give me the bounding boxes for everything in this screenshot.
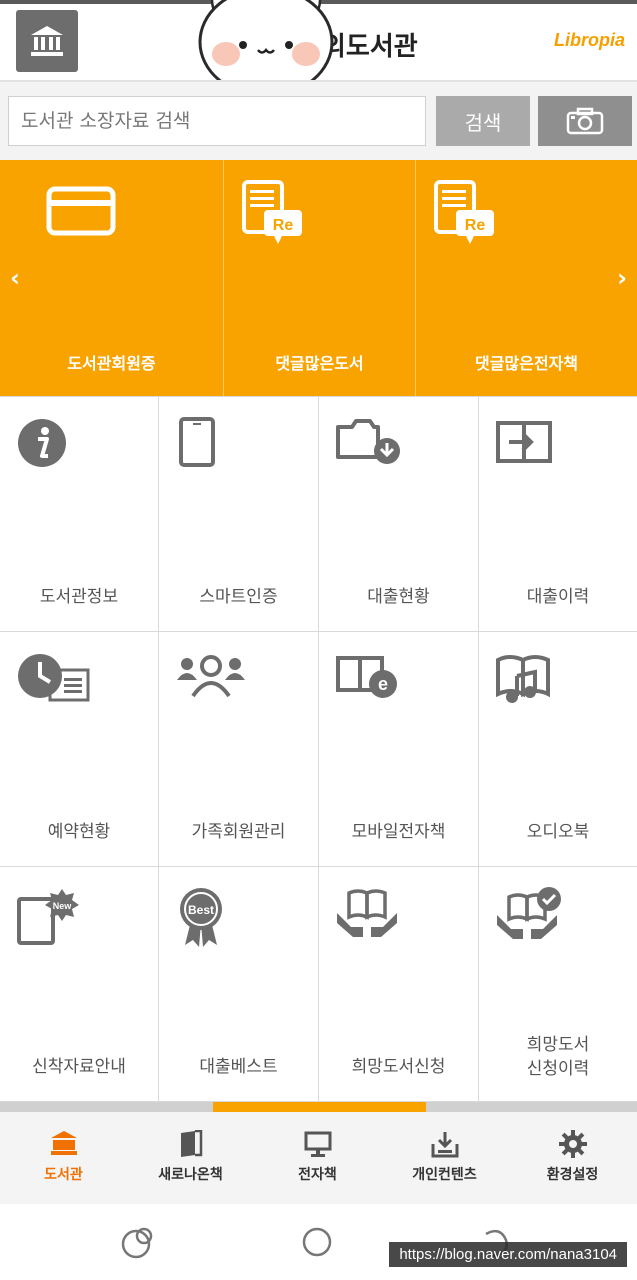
menu-item-label: 신착자료안내 <box>32 1057 126 1077</box>
home-circle-icon[interactable] <box>299 1224 335 1260</box>
search-button[interactable]: 검색 <box>436 96 530 146</box>
bottom-nav: 도서관 새로나온책 전자책 개인컨텐츠 환경설정 <box>0 1112 637 1204</box>
clock-list-icon <box>18 654 90 702</box>
download-tray-icon <box>431 1132 458 1158</box>
quick-banner: ‹ › 도서관회원증 Re 댓글많은도서 Re 댓글많은전자책 <box>0 160 637 396</box>
library-building-icon <box>31 26 63 56</box>
ebook-e-icon: e <box>336 656 397 698</box>
page-title: 의도서관 <box>322 32 418 62</box>
svg-text:New: New <box>53 901 73 911</box>
hands-book-icon <box>337 889 397 937</box>
nav-label: 전자책 <box>298 1167 337 1183</box>
menu-grid: 도서관정보 스마트인증 대출현황 대출이력 예약현황 가족회원관리 e 모바일전… <box>0 396 637 1103</box>
menu-item-label: 대출이력 <box>526 587 590 607</box>
member-card-icon <box>46 186 116 236</box>
menu-item-library-info[interactable]: 도서관정보 <box>0 397 159 632</box>
book-reply-icon: Re <box>242 180 302 244</box>
book-icon <box>180 1130 202 1157</box>
hands-book-check-icon <box>497 887 561 939</box>
nav-label: 새로나온책 <box>158 1167 223 1183</box>
banner-slide-ebook-reply[interactable]: Re 댓글많은전자책 <box>416 160 637 396</box>
banner-slide-member-card[interactable]: 도서관회원증 <box>0 160 223 396</box>
menu-item-new-arrivals[interactable]: New 신착자료안내 <box>0 867 159 1102</box>
url-watermark: https://blog.naver.com/nana3104 <box>389 1242 627 1267</box>
nav-new-books[interactable]: 새로나온책 <box>127 1112 254 1204</box>
svg-text:Re: Re <box>273 217 294 234</box>
monitor-icon <box>304 1131 331 1157</box>
search-bar: 검색 <box>0 80 637 162</box>
recent-apps-icon[interactable] <box>120 1224 156 1260</box>
gear-icon <box>558 1130 587 1158</box>
menu-item-wish-book[interactable]: 희망도서신청 <box>319 867 479 1102</box>
nav-label: 개인컨텐츠 <box>412 1167 477 1183</box>
menu-item-family-members[interactable]: 가족회원관리 <box>159 632 319 867</box>
menu-item-smart-auth[interactable]: 스마트인증 <box>159 397 319 632</box>
banner-slide-label: 댓글많은전자책 <box>474 354 579 373</box>
nav-label: 도서관 <box>44 1167 83 1183</box>
svg-text:Best: Best <box>188 903 214 917</box>
camera-icon <box>566 107 604 135</box>
menu-item-label: 모바일전자책 <box>351 822 446 842</box>
library-icon <box>50 1131 77 1155</box>
search-input[interactable] <box>8 96 426 146</box>
best-badge-icon: Best <box>180 888 222 947</box>
info-icon <box>18 419 66 467</box>
family-icon <box>177 655 245 698</box>
page-indicator-fill <box>213 1102 426 1112</box>
smartphone-icon <box>179 417 215 467</box>
menu-item-label: 희망도서 신청이력 <box>526 1035 590 1079</box>
nav-ebooks[interactable]: 전자책 <box>254 1112 381 1204</box>
banner-slide-label: 도서관회원증 <box>67 354 156 373</box>
nav-label: 환경설정 <box>546 1167 599 1183</box>
menu-item-label: 희망도서신청 <box>351 1057 446 1077</box>
menu-item-label: 대출베스트 <box>199 1057 278 1077</box>
menu-item-label: 대출현황 <box>367 587 430 607</box>
menu-item-label: 가족회원관리 <box>191 822 286 842</box>
menu-item-loan-history[interactable]: 대출이력 <box>479 397 637 632</box>
menu-item-label: 도서관정보 <box>39 587 119 607</box>
svg-text:e: e <box>378 674 388 694</box>
home-button[interactable] <box>16 10 78 72</box>
arrow-in-box-icon <box>496 421 552 463</box>
svg-text:Re: Re <box>465 217 486 234</box>
menu-item-mobile-ebook[interactable]: e 모바일전자책 <box>319 632 479 867</box>
camera-button[interactable] <box>538 96 632 146</box>
menu-item-label: 오디오북 <box>526 822 590 842</box>
menu-item-loan-best[interactable]: Best 대출베스트 <box>159 867 319 1102</box>
audiobook-icon <box>496 655 550 703</box>
menu-item-loan-status[interactable]: 대출현황 <box>319 397 479 632</box>
menu-item-label: 예약현황 <box>47 822 111 842</box>
menu-item-reservation-status[interactable]: 예약현황 <box>0 632 159 867</box>
folder-download-icon <box>336 419 400 464</box>
banner-slide-label: 댓글많은도서 <box>275 354 364 373</box>
menu-item-wish-book-history[interactable]: 희망도서 신청이력 <box>479 867 637 1102</box>
nav-settings[interactable]: 환경설정 <box>508 1112 637 1204</box>
new-book-icon: New <box>17 889 79 945</box>
ebook-reply-icon: Re <box>434 180 494 244</box>
nav-library[interactable]: 도서관 <box>0 1112 127 1204</box>
menu-item-audiobook[interactable]: 오디오북 <box>479 632 637 867</box>
brand-logo: Libropia <box>554 30 625 50</box>
banner-slide-book-reply[interactable]: Re 댓글많은도서 <box>224 160 415 396</box>
menu-item-label: 스마트인증 <box>199 587 278 607</box>
nav-personal-content[interactable]: 개인컨텐츠 <box>381 1112 508 1204</box>
